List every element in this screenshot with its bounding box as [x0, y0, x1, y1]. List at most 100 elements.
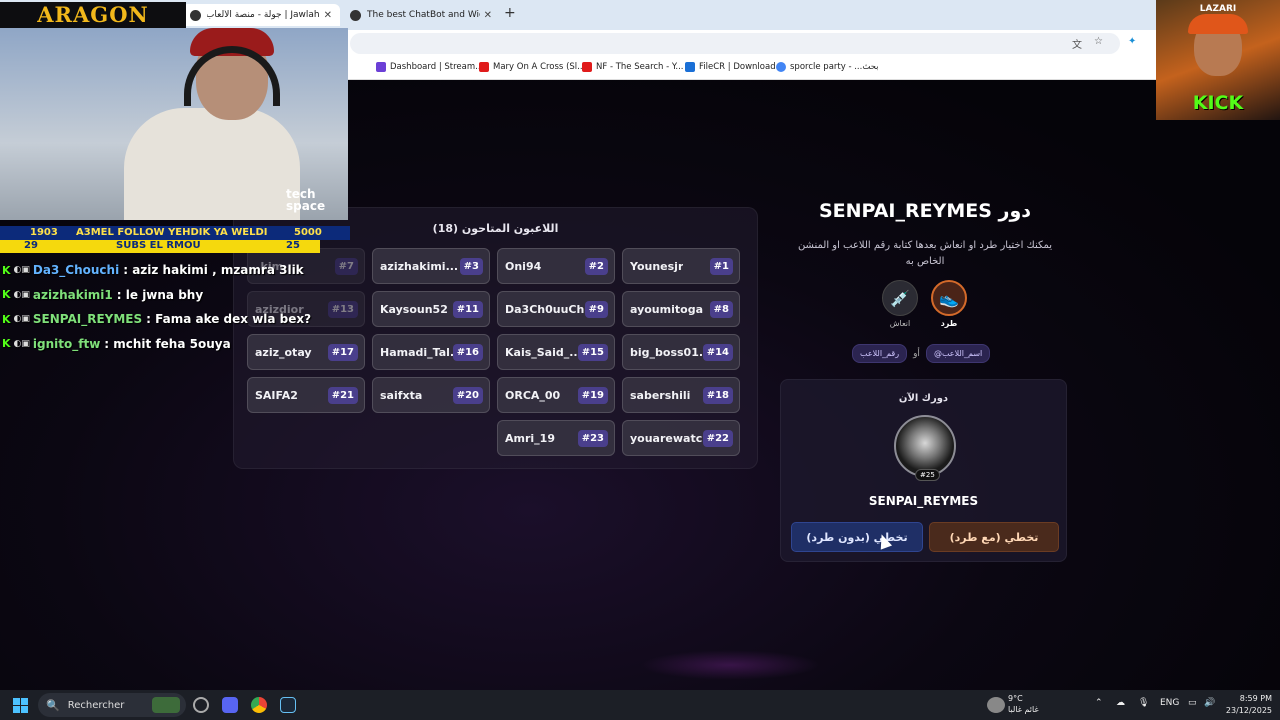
chat-badge-icon: ◐▣ — [13, 265, 30, 276]
player-number-badge: #22 — [702, 429, 733, 447]
youtube-icon — [479, 62, 489, 72]
bookmark-filecr[interactable]: FileCR | Download — [685, 62, 776, 72]
your-turn-label: دورك الآن — [898, 393, 949, 404]
player-card[interactable]: Kaysoun52 #11 — [372, 291, 490, 327]
boot-kick-icon: 👟 — [931, 280, 967, 316]
discord-icon[interactable] — [222, 697, 238, 713]
search-icon: 🔍 — [46, 698, 60, 712]
player-number-badge: #11 — [452, 300, 483, 318]
player-name: Younesjr — [630, 259, 684, 273]
kick-badge-icon: K — [2, 288, 11, 302]
microphone-icon[interactable]: 🎙 — [1138, 698, 1149, 708]
url-input[interactable] — [350, 33, 1120, 54]
player-name: Oni94 — [505, 259, 542, 273]
kick-action[interactable]: 👟 طرد — [929, 280, 969, 328]
webcam-feed: tech space — [0, 28, 348, 220]
player-number-badge: #8 — [709, 300, 733, 318]
player-card[interactable]: sabershili #18 — [622, 377, 740, 413]
task-view-icon[interactable] — [193, 697, 209, 713]
taskbar-clock[interactable]: 8:59 PM 23/12/2025 — [1222, 693, 1272, 717]
aragon-logo: ARAGON — [0, 2, 186, 28]
network-icon[interactable]: ▭ — [1188, 698, 1197, 708]
player-card[interactable]: ayoumitoga #8 — [622, 291, 740, 327]
chrome-icon[interactable] — [251, 697, 267, 713]
clock-date: 23/12/2025 — [1225, 706, 1272, 715]
chat-message: K ◐▣ azizhakimi1: le jwna bhy — [0, 283, 340, 308]
jawlah-favicon-icon — [190, 9, 201, 21]
bookmark-favicon-icon — [376, 62, 386, 72]
windows-start-icon[interactable] — [13, 698, 28, 713]
chat-text: : aziz hakimi , mzamra 3lik — [123, 263, 304, 278]
player-card[interactable]: Hamadi_Tal...#16 — [372, 334, 490, 370]
youtube-icon — [582, 62, 592, 72]
player-name: Da3Ch0uuCh... — [505, 302, 585, 316]
player-number-badge: #21 — [327, 386, 358, 404]
player-card[interactable]: azizhakimi... #3 — [372, 248, 490, 284]
translate-icon[interactable]: 文 — [1072, 36, 1082, 51]
player-card[interactable]: Younesjr #1 — [622, 248, 740, 284]
kick-logo: KICK — [1192, 92, 1244, 114]
player-name: Amri_19 — [505, 431, 555, 445]
cloud-icon[interactable]: ☁ — [1116, 698, 1125, 708]
close-tab-icon[interactable]: ✕ — [324, 10, 332, 21]
turn-instructions: يمكنك اختيار طرد او انعاش بعدها كتابة رق… — [797, 240, 1053, 267]
browser-tab-bar: Jawlah | جولة - منصة الألعاب التر ✕ The … — [0, 0, 1280, 30]
follow-goal-bar: 1903 A3MEL FOLLOW YEHDIK YA WELDI 5000 — [0, 226, 350, 240]
revive-action[interactable]: 💉 انعاش — [880, 280, 920, 328]
tab-jawlah[interactable]: Jawlah | جولة - منصة الألعاب التر ✕ — [182, 4, 340, 26]
player-name: Kais_Said_... — [505, 345, 578, 359]
player-card[interactable]: big_boss01...#14 — [622, 334, 740, 370]
kick-badge-icon: K — [2, 312, 11, 326]
player-name: SAIFA2 — [255, 388, 298, 402]
player-card[interactable]: saifxta #20 — [372, 377, 490, 413]
volume-icon[interactable]: 🔊 — [1204, 698, 1215, 708]
new-tab-button[interactable]: + — [504, 5, 516, 21]
bookmark-google-search[interactable]: sporcle party - ...بحث — [776, 62, 879, 72]
streamelements-favicon-icon — [350, 9, 361, 21]
close-tab-icon[interactable]: ✕ — [484, 10, 492, 21]
player-number-badge: #2 — [584, 257, 608, 275]
bookmark-nf-the-search[interactable]: NF - The Search - Y... — [582, 62, 683, 72]
player-name: ORCA_00 — [505, 388, 561, 402]
chat-username: SENPAI_REYMES — [32, 312, 143, 327]
player-name: Kaysoun52 — [380, 302, 448, 316]
player-number-badge: #23 — [577, 429, 608, 447]
current-turn-panel: دورك الآن #25 SENPAI_REYMES تخطي (بدون ط… — [780, 379, 1067, 562]
chat-badge-icon: ◐▣ — [13, 289, 30, 300]
mention-hint: رقم_اللاعب أو @اسم_اللاعب — [852, 344, 991, 363]
player-card[interactable]: Oni94 #2 — [497, 248, 615, 284]
player-card[interactable]: Kais_Said_... #15 — [497, 334, 615, 370]
skip-with-kick-button[interactable]: تخطي (مع طرد) — [929, 522, 1059, 552]
bookmark-dashboard[interactable]: Dashboard | Stream... — [376, 62, 483, 72]
chat-message: K ◐▣ SENPAI_REYMES: Fama ake dex wla bex? — [0, 307, 340, 332]
subs-count: 29 — [24, 240, 38, 251]
kick-label: طرد — [940, 319, 958, 328]
player-card[interactable]: youarewatc...#22 — [622, 420, 740, 456]
player-card[interactable]: ORCA_00 #19 — [497, 377, 615, 413]
revive-label: انعاش — [889, 319, 911, 328]
player-card[interactable]: SAIFA2 #21 — [247, 377, 365, 413]
search-placeholder: Rechercher — [67, 699, 125, 711]
streamer-body — [124, 108, 300, 220]
tab-chatbot[interactable]: The best ChatBot and Widgets ✕ — [342, 4, 500, 26]
player-card[interactable]: Amri_19 #23 — [497, 420, 615, 456]
follow-goal-target: 5000 — [294, 227, 322, 238]
player-card[interactable]: Da3Ch0uuCh...#9 — [497, 291, 615, 327]
clock-time: 8:59 PM — [1239, 694, 1272, 703]
player-name-chip: @اسم_اللاعب — [925, 344, 991, 363]
windows-taskbar: 🔍 Rechercher 9°C غائم غالبا ⌃ ☁ 🎙 ENG ▭ … — [0, 690, 1280, 720]
current-player-number: #25 — [915, 469, 940, 481]
chat-badge-icon: ◐▣ — [13, 314, 30, 325]
chat-text: : mchit feha 5ouya — [104, 336, 231, 351]
tray-chevron-icon[interactable]: ⌃ — [1095, 698, 1103, 708]
extension-icon[interactable]: ✦ — [1128, 36, 1136, 47]
skip-without-kick-button[interactable]: تخطي (بدون طرد) — [791, 522, 923, 552]
language-indicator[interactable]: ENG — [1160, 698, 1179, 708]
follow-goal-text: A3MEL FOLLOW YEHDIK YA WELDI — [76, 227, 268, 238]
bookmark-star-icon[interactable]: ☆ — [1094, 36, 1103, 47]
steam-icon[interactable] — [280, 697, 296, 713]
stream-chat: K ◐▣ Da3_Chouchi: aziz hakimi , mzamra 3li… — [0, 258, 340, 356]
weather-widget[interactable]: 9°C غائم غالبا — [1008, 693, 1039, 715]
chat-text: : le jwna bhy — [116, 287, 204, 302]
bookmark-mary-on-a-cross[interactable]: Mary On A Cross (Sl... — [479, 62, 585, 72]
